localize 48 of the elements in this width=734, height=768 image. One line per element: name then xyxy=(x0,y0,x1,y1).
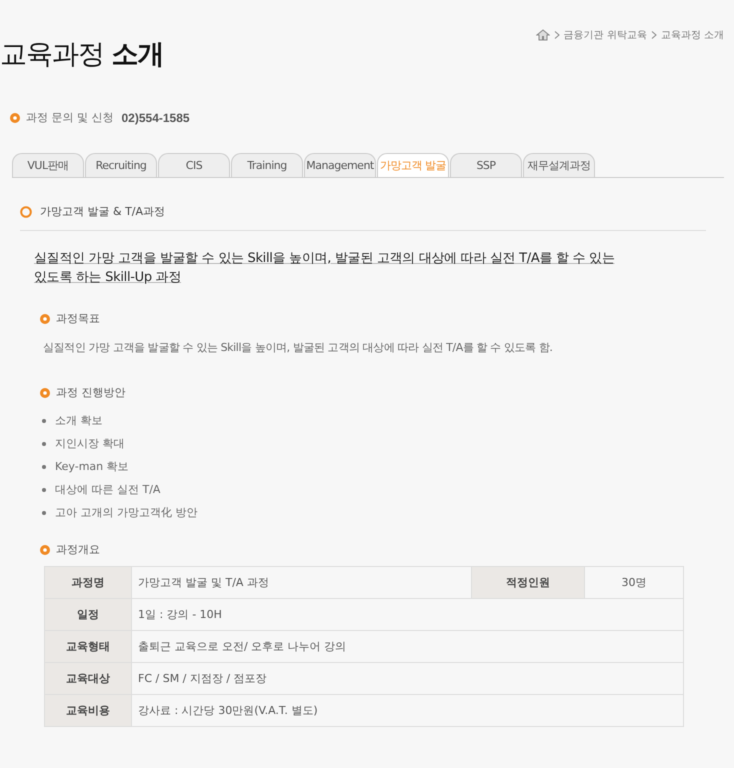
bullet-icon xyxy=(42,442,46,446)
table-header-cell: 적정인원 xyxy=(472,566,584,598)
bullet-icon xyxy=(42,488,46,492)
table-cell: 1일 : 강의 - 10H xyxy=(132,598,684,630)
table-cell: 30명 xyxy=(584,566,684,598)
page-title: 교육과정 소개 xyxy=(0,38,164,72)
ring-icon xyxy=(20,206,32,218)
tab[interactable]: Training xyxy=(231,153,303,177)
table-cell: 출퇴근 교육으로 오전/ 오후로 나누어 강의 xyxy=(132,630,684,662)
tab[interactable]: SSP xyxy=(450,153,522,177)
tab[interactable]: Recruiting xyxy=(85,153,157,177)
table-cell: 가망고객 발굴 및 T/A 과정 xyxy=(132,566,472,598)
subsection-heading: 과정 진행방안 xyxy=(56,385,126,400)
list-item: 고아 고개의 가망고객化 방안 xyxy=(55,505,198,520)
bullet-icon xyxy=(40,314,50,324)
bullet-icon xyxy=(42,418,46,422)
subsection-heading: 과정개요 xyxy=(56,542,100,557)
tab[interactable]: Management xyxy=(304,153,376,177)
table-cell: FC / SM / 지점장 / 점포장 xyxy=(132,662,684,694)
subsection-heading: 과정목표 xyxy=(56,311,100,326)
bullet-icon xyxy=(40,388,50,398)
tab[interactable]: CIS xyxy=(158,153,230,177)
bullet-icon xyxy=(42,464,46,468)
table-header-cell: 교육형태 xyxy=(44,630,132,662)
contact-label: 과정 문의 및 신청 xyxy=(26,110,114,125)
table-header-cell: 과정명 xyxy=(44,566,132,598)
section-title: 가망고객 발굴 & T/A과정 xyxy=(40,204,166,219)
tab[interactable]: 재무설계과정 xyxy=(523,153,595,177)
table-header-cell: 일정 xyxy=(44,598,132,630)
tab[interactable]: VUL판매 xyxy=(12,153,84,177)
home-icon[interactable] xyxy=(536,29,550,41)
breadcrumb-link[interactable]: 교육과정 소개 xyxy=(660,28,724,42)
chevron-icon xyxy=(650,31,657,39)
table-header-cell: 교육비용 xyxy=(44,694,132,726)
list-item: 소개 확보 xyxy=(55,413,102,428)
headline: 실질적인 가망 고객을 발굴할 수 있는 Skill을 높이며, 발굴된 고객의 대상에 따라 실전 T/A를 할 수 있는 있도록 하는 Skill-Up 과정 xyxy=(34,250,616,287)
phone-number: 02)554-1585 xyxy=(122,110,190,124)
table-cell: 강사료 : 시간당 30만원(V.A.T. 별도) xyxy=(132,694,684,726)
list-item: Key-man 확보 xyxy=(55,459,129,474)
list-item: 대상에 따른 실전 T/A xyxy=(55,482,160,497)
bullet-icon xyxy=(10,112,20,122)
table-header-cell: 교육대상 xyxy=(44,662,132,694)
breadcrumb-link[interactable]: 금융기관 위탁교육 xyxy=(564,28,647,42)
bullet-icon xyxy=(42,510,46,514)
chevron-icon xyxy=(554,31,560,39)
goal-text: 실질적인 가망 고객을 발굴할 수 있는 Skill을 높이며, 발굴된 고객의 대상에 따라 실전 T/A를 할 수 있도록 함. xyxy=(43,340,554,355)
list-item: 지인시장 확대 xyxy=(55,436,124,451)
bullet-icon xyxy=(40,544,50,554)
